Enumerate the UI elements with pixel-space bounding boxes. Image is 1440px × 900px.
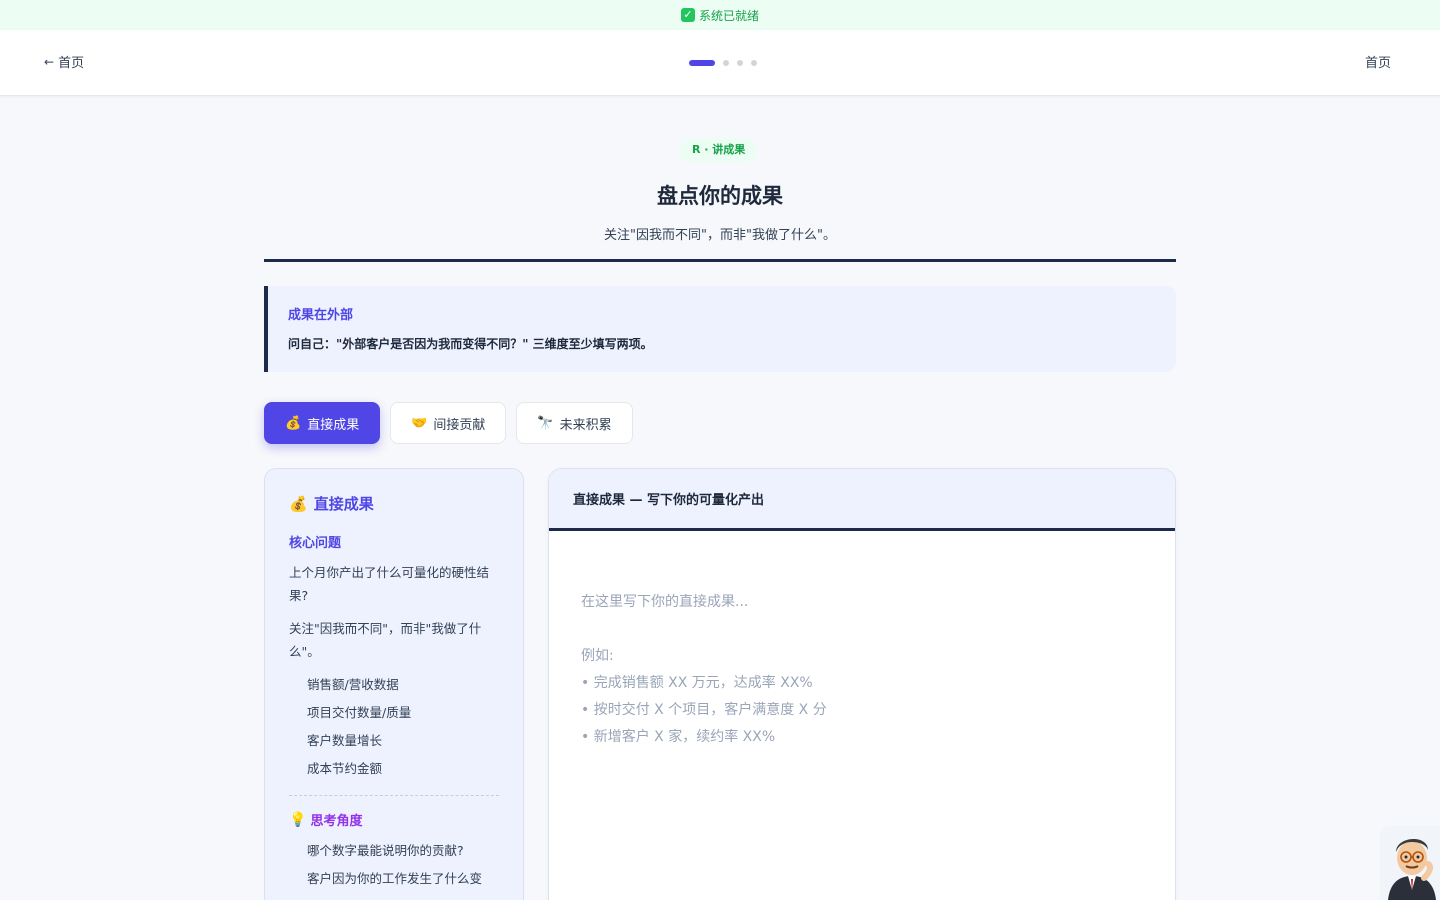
tab-direct-results[interactable]: 💰 直接成果 xyxy=(264,402,381,444)
tab-indirect-contribution[interactable]: 🤝 间接贡献 xyxy=(390,402,507,444)
progress-dot xyxy=(737,60,743,66)
title-divider xyxy=(264,259,1176,262)
guide-divider xyxy=(289,795,499,796)
money-bag-icon: 💰 xyxy=(289,494,308,513)
telescope-icon: 🔭 xyxy=(537,415,554,431)
guide-panel: 💰 直接成果 核心问题 上个月你产出了什么可量化的硬性结果? 关注"因我而不同"… xyxy=(264,468,524,900)
arrow-left-icon: ← xyxy=(44,54,55,69)
example-list: 销售额/营收数据 项目交付数量/质量 客户数量增长 成本节约金额 xyxy=(289,671,499,783)
editor-panel: 直接成果 — 写下你的可量化产出 xyxy=(548,468,1176,900)
core-focus-text: 关注"因我而不同"，而非"我做了什么"。 xyxy=(289,621,482,659)
back-home-link[interactable]: ← 首页 xyxy=(44,52,85,72)
handshake-icon: 🤝 xyxy=(411,415,428,431)
thinking-list: 哪个数字最能说明你的贡献? 客户因为你的工作发生了什么变化? xyxy=(289,837,499,900)
tab-label: 直接成果 xyxy=(307,417,360,433)
core-question-text: 上个月你产出了什么可量化的硬性结果? xyxy=(289,565,490,603)
list-item: 项目交付数量/质量 xyxy=(307,705,412,720)
lightbulb-icon: 💡 xyxy=(289,811,307,828)
list-item: 哪个数字最能说明你的贡献? xyxy=(307,843,464,858)
thinking-angle-text: 思考角度 xyxy=(310,814,363,829)
guide-heading-text: 直接成果 xyxy=(313,495,374,513)
money-bag-icon: 💰 xyxy=(285,415,302,431)
callout-title: 成果在外部 xyxy=(288,308,354,323)
back-home-label: 首页 xyxy=(58,56,85,71)
list-item: 成本节约金额 xyxy=(307,761,383,776)
progress-dot xyxy=(751,60,757,66)
check-icon: ✓ xyxy=(680,8,695,22)
guide-heading: 💰 直接成果 xyxy=(289,493,499,514)
mascot-avatar-icon xyxy=(1380,826,1440,900)
editor-header: 直接成果 — 写下你的可量化产出 xyxy=(549,469,1175,531)
section-tag: R · 讲成果 xyxy=(680,138,758,162)
progress-dot xyxy=(723,60,729,66)
top-nav: ← 首页 首页 xyxy=(0,30,1440,96)
tab-label: 间接贡献 xyxy=(433,417,486,433)
status-text: 系统已就绪 xyxy=(698,8,759,23)
mascot-avatar[interactable] xyxy=(1380,826,1440,900)
direct-results-textarea[interactable] xyxy=(549,531,1175,900)
list-item: 销售额/营收数据 xyxy=(307,677,399,692)
list-item: 客户因为你的工作发生了什么变化? xyxy=(307,871,483,900)
home-link[interactable]: 首页 xyxy=(1365,52,1391,71)
callout-text: 问自己："外部客户是否因为我而变得不同？" 三维度至少填写两项。 xyxy=(288,337,653,351)
progress-dot-active xyxy=(689,60,715,66)
list-item: 客户数量增长 xyxy=(307,733,383,748)
hint-callout: 成果在外部 问自己："外部客户是否因为我而变得不同？" 三维度至少填写两项。 xyxy=(264,286,1176,372)
tab-future-accumulation[interactable]: 🔭 未来积累 xyxy=(516,402,633,444)
tab-label: 未来积累 xyxy=(559,417,612,433)
dimension-tabs: 💰 直接成果 🤝 间接贡献 🔭 未来积累 xyxy=(264,402,633,444)
step-progress xyxy=(689,60,757,66)
thinking-angle-title: 💡 思考角度 xyxy=(289,810,499,830)
status-bar: ✓ 系统已就绪 xyxy=(0,0,1440,30)
core-question-title: 核心问题 xyxy=(289,536,342,551)
page-subtitle: 关注"因我而不同"，而非"我做了什么"。 xyxy=(604,228,836,243)
page-title: 盘点你的成果 xyxy=(657,184,783,208)
